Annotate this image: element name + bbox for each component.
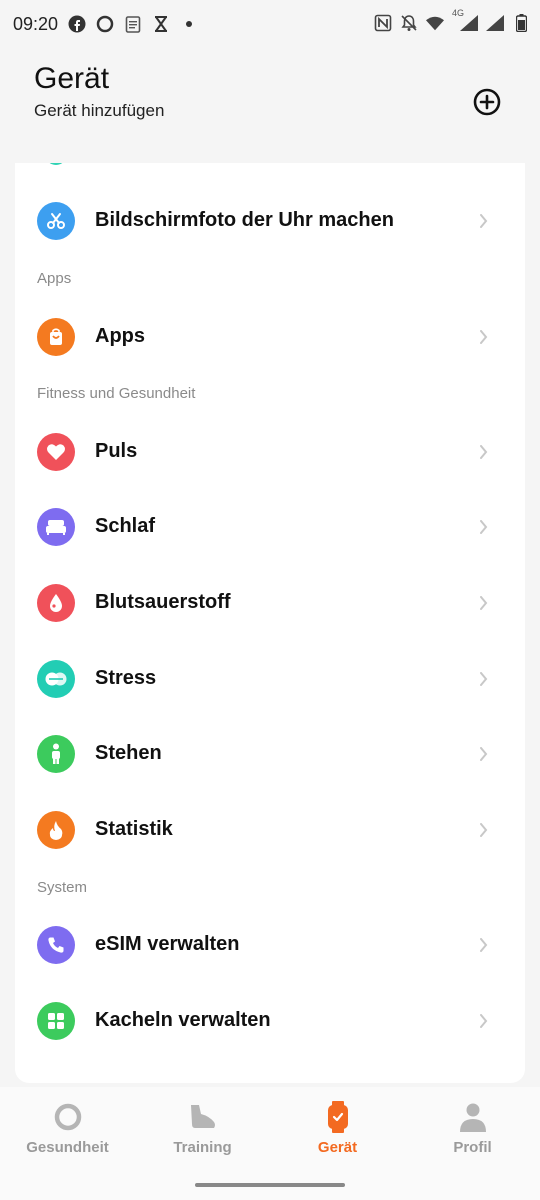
- add-device-button[interactable]: [470, 85, 504, 119]
- dot-icon: [180, 15, 198, 33]
- nav-tab-gesundheit[interactable]: Gesundheit: [0, 1101, 135, 1161]
- plus-circle-icon: [473, 88, 501, 116]
- signal-4g-icon: 4G: [452, 8, 478, 32]
- list-item-label: Apps: [95, 325, 145, 347]
- nfc-icon: [374, 14, 392, 32]
- hourglass-icon: [152, 15, 170, 33]
- bed-icon: [37, 507, 75, 546]
- list-item-stehen[interactable]: Stehen: [15, 716, 525, 791]
- list-item-schlaf[interactable]: Schlaf: [15, 489, 525, 564]
- chevron-right-icon: [477, 671, 489, 687]
- section-title-system: System: [37, 879, 88, 896]
- chevron-right-icon: [477, 519, 489, 535]
- tiles-icon: [37, 1001, 75, 1040]
- list-item-puls[interactable]: Puls: [15, 414, 525, 489]
- shopping-bag-icon: [37, 317, 75, 356]
- nav-label: Gesundheit: [26, 1139, 109, 1156]
- nav-tab-geraet[interactable]: Gerät: [270, 1101, 405, 1161]
- page-header: Gerät Gerät hinzufügen: [0, 50, 540, 160]
- clipboard-icon: [124, 15, 142, 33]
- blood-drop-icon: [37, 583, 75, 622]
- nav-label: Gerät: [317, 1139, 358, 1156]
- nav-tab-profil[interactable]: Profil: [405, 1101, 540, 1161]
- list-item-label: Schlaf: [95, 515, 156, 537]
- wifi-icon: [426, 14, 444, 32]
- person-icon: [457, 1101, 489, 1133]
- section-title-apps: Apps: [37, 270, 72, 287]
- signal-icon: [486, 14, 504, 32]
- nav-label: Training: [173, 1139, 232, 1156]
- settings-card: Bildschirmfoto der Uhr machen Apps Apps …: [15, 163, 525, 1083]
- bell-off-icon: [400, 14, 418, 32]
- nav-tab-training[interactable]: Training: [135, 1101, 270, 1161]
- list-item-label: Bildschirmfoto der Uhr machen: [95, 209, 394, 231]
- status-time: 09:20: [13, 14, 59, 34]
- status-right-icons: 4G: [374, 8, 530, 32]
- list-item-label: Puls: [95, 440, 138, 462]
- partial-row-icon: [45, 163, 67, 165]
- list-item-esim[interactable]: eSIM verwalten: [15, 907, 525, 982]
- list-item-apps[interactable]: Apps: [15, 299, 525, 374]
- list-item-label: eSIM verwalten: [95, 933, 240, 955]
- chevron-right-icon: [477, 822, 489, 838]
- home-indicator[interactable]: [195, 1183, 345, 1187]
- chevron-right-icon: [477, 937, 489, 953]
- battery-icon: [512, 14, 530, 32]
- chevron-right-icon: [477, 746, 489, 762]
- list-item-stress[interactable]: Stress: [15, 641, 525, 716]
- page-title: Gerät: [34, 62, 110, 95]
- network-label: 4G: [452, 8, 465, 18]
- list-item-label: Blutsauerstoff: [95, 591, 231, 613]
- nav-label: Profil: [453, 1139, 492, 1156]
- list-item-label: Statistik: [95, 818, 173, 840]
- watch-icon: [322, 1101, 354, 1133]
- chevron-right-icon: [477, 444, 489, 460]
- screenshot-icon: [37, 201, 75, 240]
- shoe-icon: [187, 1101, 219, 1133]
- list-item-label: Kacheln verwalten: [95, 1009, 271, 1031]
- heart-icon: [37, 432, 75, 471]
- status-bar: 09:20 4G: [0, 0, 540, 50]
- flame-icon: [37, 810, 75, 849]
- add-device-subtitle[interactable]: Gerät hinzufügen: [34, 101, 164, 121]
- chevron-right-icon: [477, 595, 489, 611]
- facebook-icon: [68, 15, 86, 33]
- list-item-blutsauerstoff[interactable]: Blutsauerstoff: [15, 565, 525, 640]
- list-item-kacheln[interactable]: Kacheln verwalten: [15, 983, 525, 1058]
- list-item-statistik[interactable]: Statistik: [15, 792, 525, 867]
- circle-app-icon: [96, 15, 114, 33]
- list-item-label: Stress: [95, 667, 157, 689]
- health-ring-icon: [52, 1101, 84, 1133]
- phone-icon: [37, 925, 75, 964]
- chevron-right-icon: [477, 329, 489, 345]
- status-left-icons: [68, 15, 198, 33]
- chevron-right-icon: [477, 1013, 489, 1029]
- list-item-watch-screenshot[interactable]: Bildschirmfoto der Uhr machen: [15, 183, 525, 258]
- chevron-right-icon: [477, 213, 489, 229]
- standing-person-icon: [37, 734, 75, 773]
- stress-icon: [37, 659, 75, 698]
- list-item-label: Stehen: [95, 742, 162, 764]
- section-title-fitness: Fitness und Gesundheit: [37, 385, 196, 402]
